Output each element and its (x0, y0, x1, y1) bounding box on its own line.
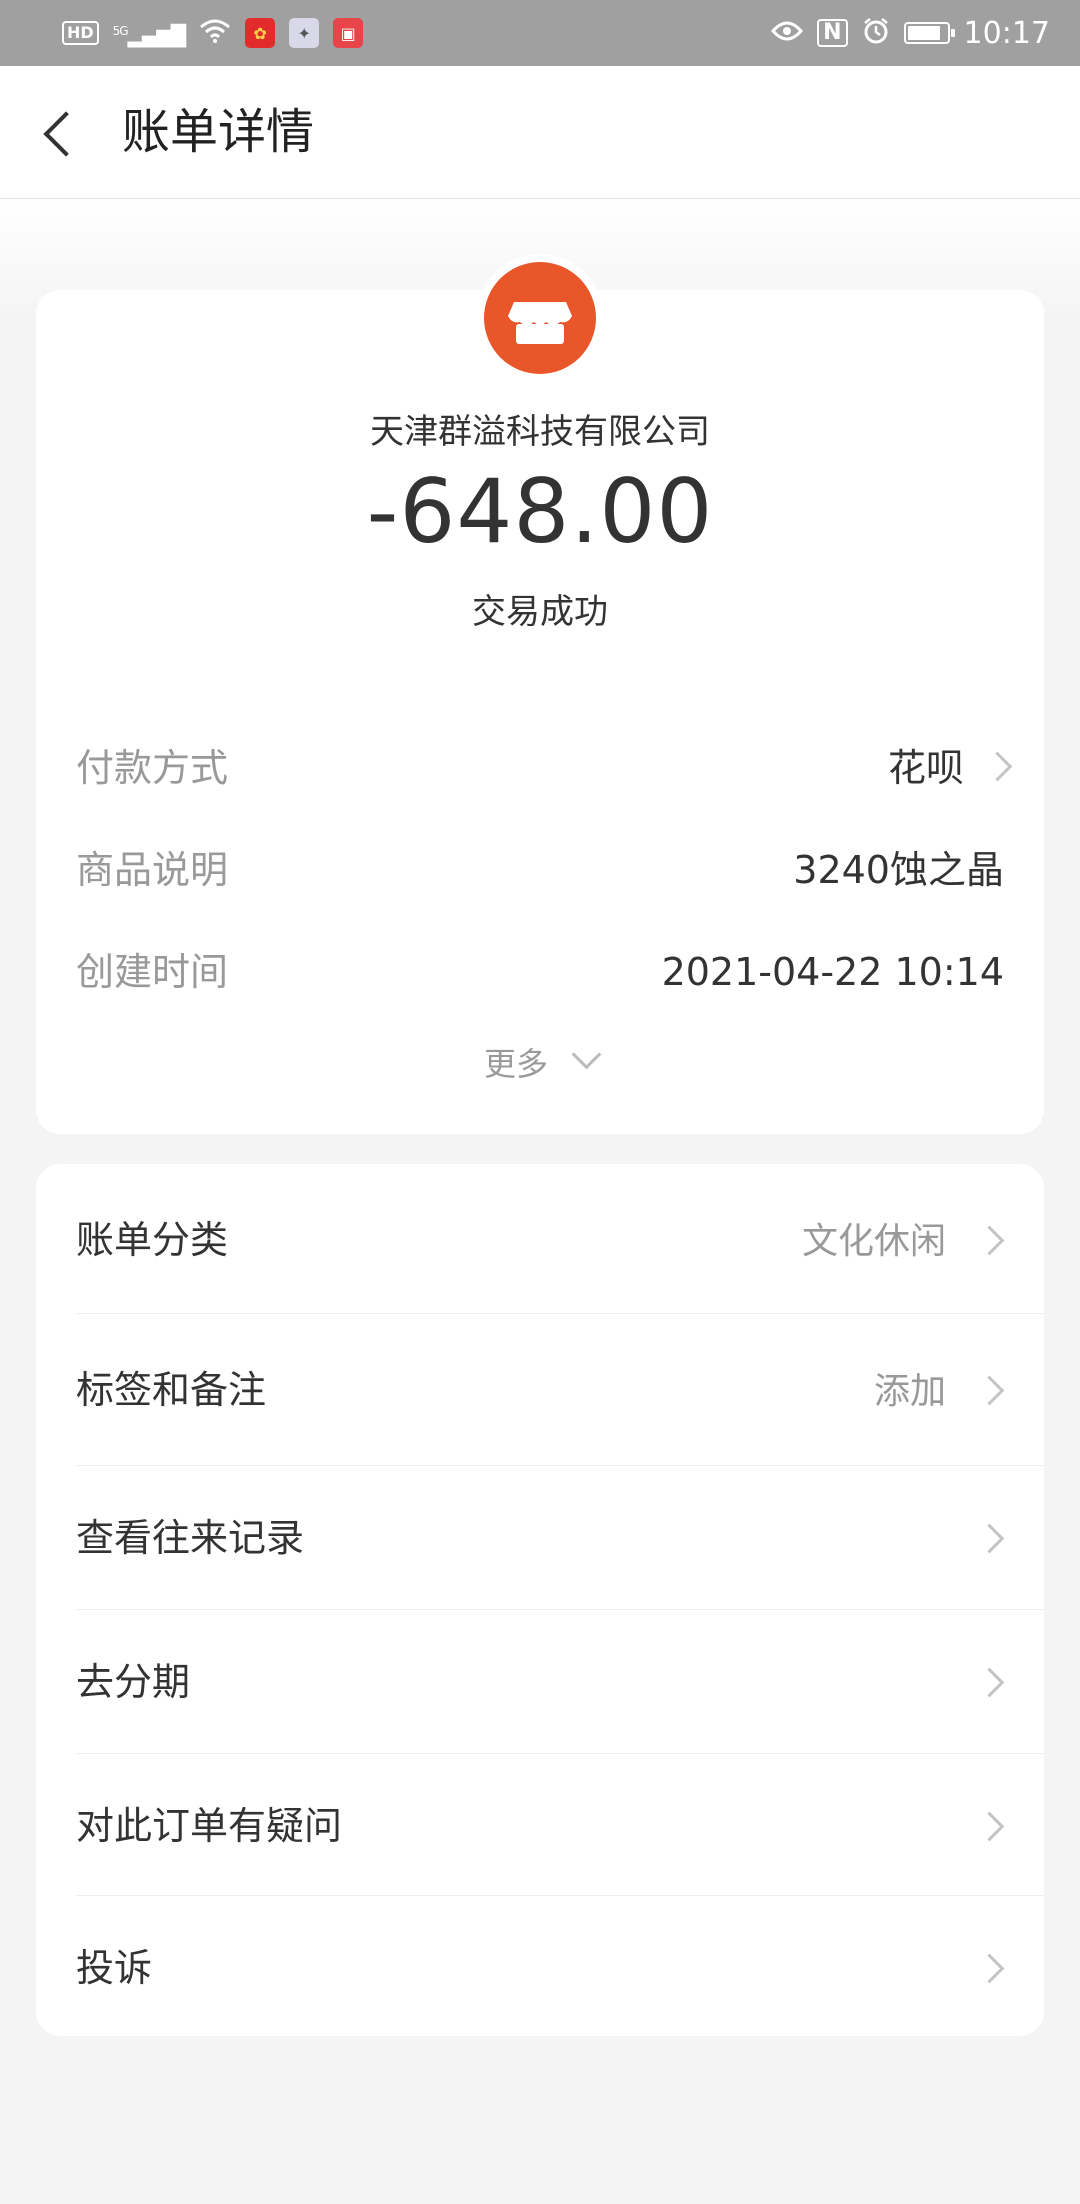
detail-value: 3240蚀之晶 (793, 848, 1004, 892)
battery-level (907, 26, 940, 40)
detail-value: 2021-04-22 10:14 (661, 950, 1004, 994)
notification-app-icon: ▣ (333, 18, 364, 48)
bill-summary-card: 天津群溢科技有限公司 -648.00 交易成功 付款方式 花呗 商品说明 324… (36, 290, 1044, 1134)
detail-value: 花呗 (887, 746, 964, 790)
detail-label: 创建时间 (76, 950, 229, 994)
action-row-bill-category[interactable]: 账单分类 文化休闲 (36, 1164, 1044, 1314)
merchant-name: 天津群溢科技有限公司 (370, 412, 710, 452)
shop-icon (484, 262, 596, 374)
status-bar-right: N 10:17 (771, 16, 1050, 51)
wifi-icon (199, 19, 231, 48)
action-row-order-question[interactable]: 对此订单有疑问 (36, 1754, 1044, 1896)
status-bar-left: HD 5G▂▄▆█ ✿ ✦ ▣ (62, 18, 364, 48)
back-chevron-left-icon[interactable] (36, 106, 86, 162)
action-label: 标签和备注 (76, 1368, 267, 1412)
more-label: 更多 (484, 1045, 549, 1083)
action-value: 文化休闲 (801, 1221, 946, 1262)
bill-amount: -648.00 (366, 460, 714, 563)
chevron-right-icon (974, 1667, 1005, 1698)
app-header: 账单详情 (0, 66, 1080, 199)
chevron-right-icon (974, 1523, 1005, 1554)
action-label: 账单分类 (76, 1218, 229, 1262)
alarm-icon (862, 17, 890, 50)
signal-icon: 5G▂▄▆█ (112, 23, 186, 48)
chevron-right-icon (982, 751, 1013, 782)
action-row-tags-notes[interactable]: 标签和备注 添加 (36, 1314, 1044, 1466)
chevron-right-icon (974, 1375, 1005, 1406)
action-row-complaint[interactable]: 投诉 (36, 1896, 1044, 2036)
clock-time: 10:17 (963, 15, 1050, 51)
action-row-transaction-history[interactable]: 查看往来记录 (36, 1466, 1044, 1610)
detail-label: 商品说明 (76, 848, 229, 892)
network-label: 5G (112, 23, 129, 38)
eye-icon (771, 19, 804, 47)
action-row-installment[interactable]: 去分期 (36, 1610, 1044, 1754)
chevron-right-icon (974, 1225, 1005, 1256)
detail-row-product-description: 商品说明 3240蚀之晶 (76, 838, 1044, 898)
chevron-down-icon (571, 1039, 602, 1070)
chevron-right-icon (974, 1811, 1005, 1842)
action-label: 去分期 (76, 1660, 191, 1704)
action-label: 对此订单有疑问 (76, 1804, 343, 1848)
detail-row-created-time: 创建时间 2021-04-22 10:14 (76, 940, 1044, 1000)
page-title: 账单详情 (122, 104, 315, 160)
hd-badge: HD (62, 21, 99, 45)
more-details-button[interactable]: 更多 (36, 1039, 1044, 1090)
action-label: 查看往来记录 (76, 1516, 305, 1560)
chevron-right-icon (974, 1953, 1005, 1984)
bill-actions-card: 账单分类 文化休闲 标签和备注 添加 查看往来记录 去分期 对此订单有疑问 投诉 (36, 1164, 1044, 2036)
transaction-status: 交易成功 (472, 592, 608, 632)
nfc-icon: N (817, 19, 848, 47)
notification-app-icon: ✦ (289, 18, 320, 48)
action-value: 添加 (873, 1371, 946, 1412)
action-label: 投诉 (76, 1946, 153, 1990)
battery-icon (903, 22, 955, 44)
detail-row-payment-method[interactable]: 付款方式 花呗 (76, 736, 1044, 796)
notification-app-icon: ✿ (245, 18, 276, 48)
detail-label: 付款方式 (76, 746, 229, 790)
status-bar: HD 5G▂▄▆█ ✿ ✦ ▣ N 10:17 (0, 0, 1080, 66)
